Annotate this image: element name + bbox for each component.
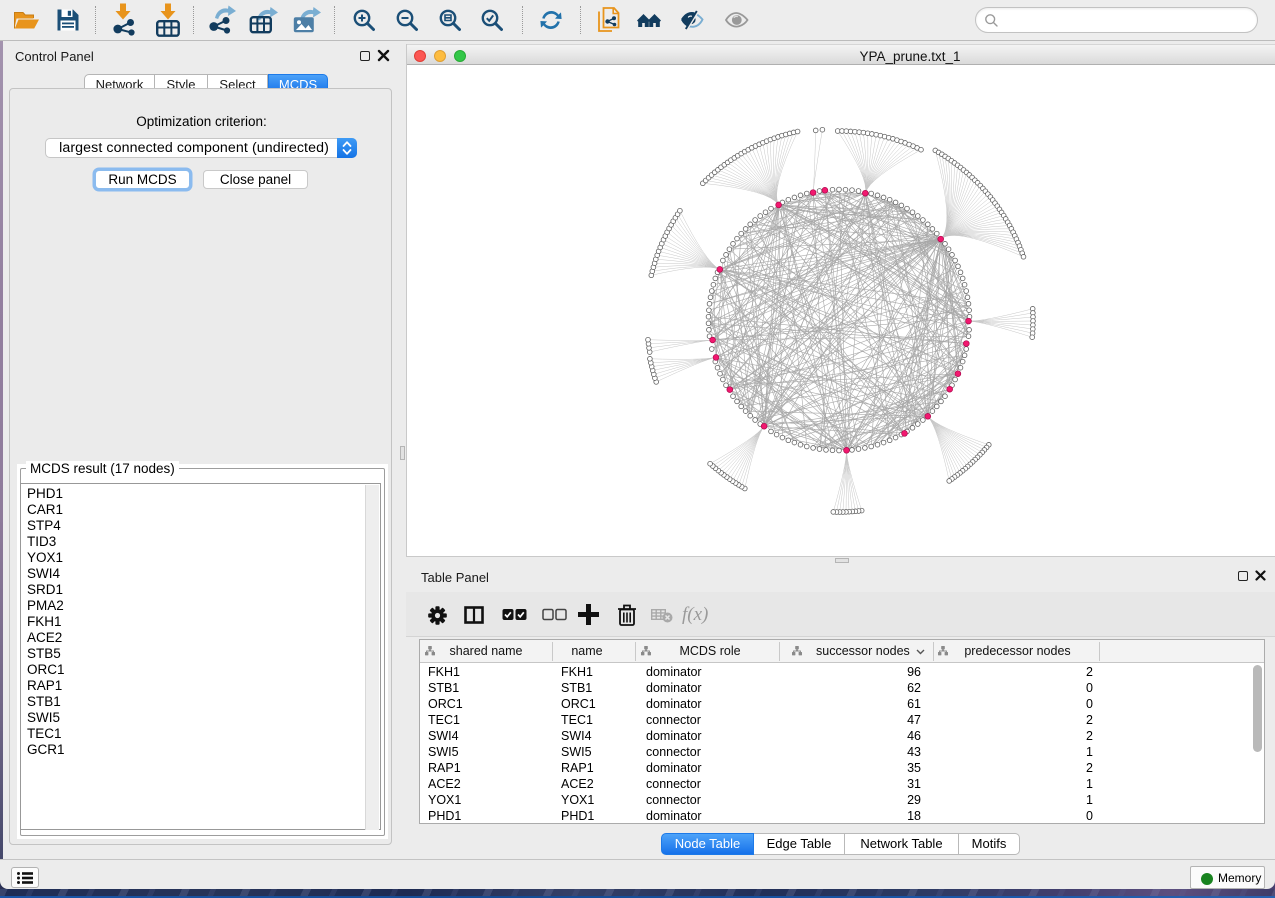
- svg-text:f(x): f(x): [682, 604, 708, 625]
